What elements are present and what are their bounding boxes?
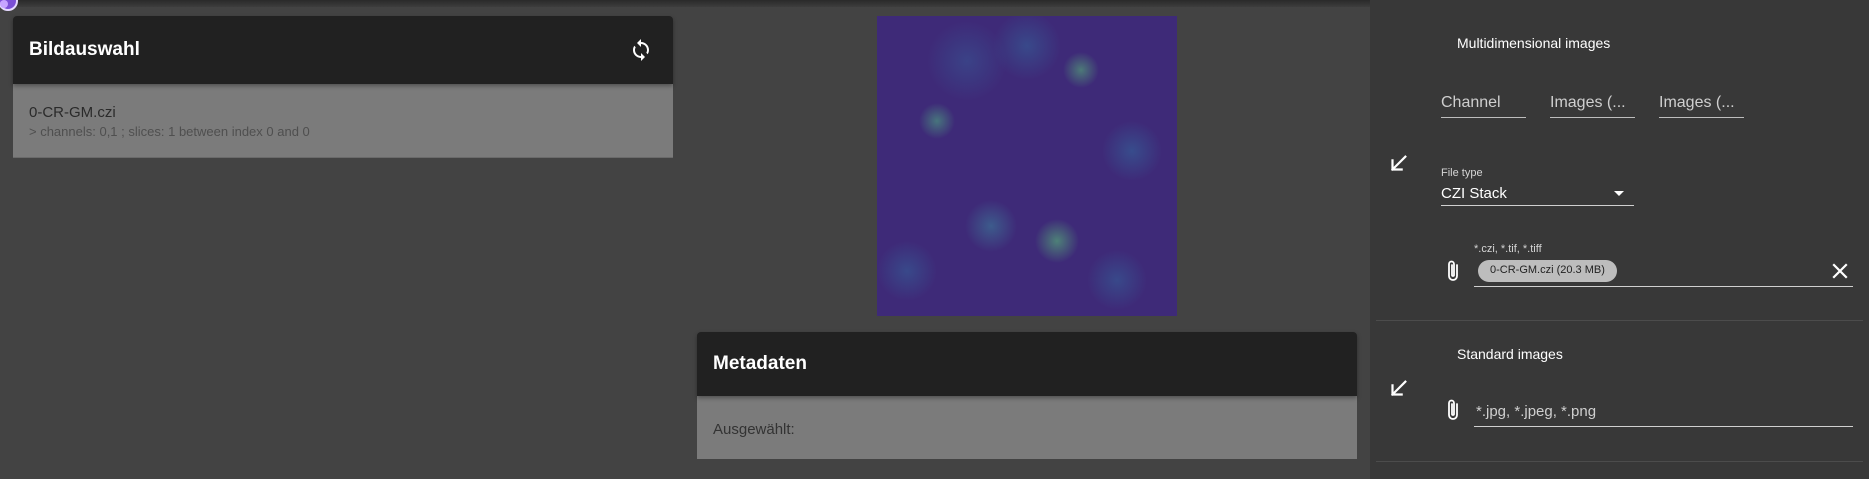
standard-file-input[interactable]: *.jpg, *.jpeg, *.png bbox=[1474, 397, 1853, 427]
list-item[interactable]: 0-CR-GM.czi > channels: 0,1 ; slices: 1 … bbox=[13, 84, 673, 158]
image-selection-header: Bildauswahl bbox=[13, 16, 673, 84]
metadata-body: Ausgewählt: bbox=[697, 396, 1357, 459]
images-field-2-label: Images (... bbox=[1659, 94, 1735, 111]
item-details: > channels: 0,1 ; slices: 1 between inde… bbox=[29, 124, 310, 139]
item-name: 0-CR-GM.czi bbox=[29, 104, 116, 121]
images-field-2[interactable]: Images (... bbox=[1659, 88, 1744, 118]
image-selection-title: Bildauswahl bbox=[29, 39, 140, 60]
arrow-down-left-icon[interactable] bbox=[1387, 378, 1409, 400]
paperclip-icon[interactable] bbox=[1443, 259, 1463, 283]
section-divider bbox=[1376, 461, 1863, 462]
image-selection-card: Bildauswahl 0-CR-GM.czi > channels: 0,1 … bbox=[13, 16, 673, 158]
metadata-card: Metadaten Ausgewählt: bbox=[697, 332, 1357, 459]
section-divider bbox=[1376, 320, 1863, 321]
channel-field[interactable]: Channel bbox=[1441, 88, 1526, 118]
image-preview bbox=[877, 16, 1177, 316]
metadata-title: Metadaten bbox=[713, 353, 807, 374]
arrow-down-left-icon[interactable] bbox=[1387, 153, 1409, 175]
chevron-down-icon bbox=[1614, 191, 1624, 196]
standard-images-title: Standard images bbox=[1457, 346, 1563, 362]
images-field-1[interactable]: Images (... bbox=[1550, 88, 1635, 118]
selected-label: Ausgewählt: bbox=[713, 421, 795, 438]
refresh-icon[interactable] bbox=[629, 38, 653, 62]
file-chip[interactable]: 0-CR-GM.czi (20.3 MB) bbox=[1478, 260, 1617, 282]
standard-file-placeholder: *.jpg, *.jpeg, *.png bbox=[1476, 403, 1597, 420]
file-type-select[interactable]: CZI Stack bbox=[1441, 176, 1634, 206]
channel-field-label: Channel bbox=[1441, 94, 1501, 111]
file-accept-label: *.czi, *.tif, *.tiff bbox=[1474, 243, 1542, 255]
images-field-1-label: Images (... bbox=[1550, 94, 1626, 111]
multidimensional-title: Multidimensional images bbox=[1457, 35, 1611, 51]
metadata-header: Metadaten bbox=[697, 332, 1357, 396]
app-logo-icon bbox=[0, 0, 18, 11]
paperclip-icon[interactable] bbox=[1443, 398, 1463, 422]
close-icon[interactable] bbox=[1831, 262, 1849, 280]
file-type-value: CZI Stack bbox=[1441, 185, 1507, 202]
czi-file-input[interactable]: 0-CR-GM.czi (20.3 MB) bbox=[1474, 257, 1853, 287]
